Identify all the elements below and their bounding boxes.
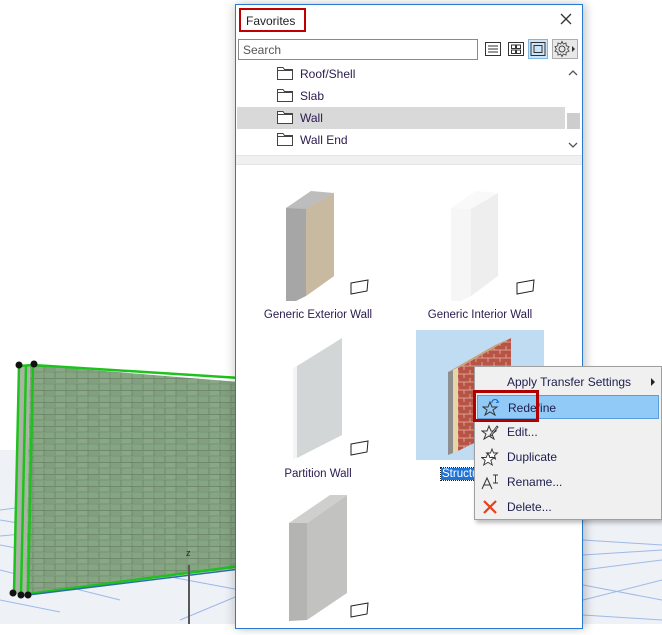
tree-item-label: Wall bbox=[300, 111, 323, 125]
z-axis-label: z bbox=[186, 548, 191, 558]
menu-item-rename[interactable]: Rename... bbox=[477, 470, 659, 494]
tree-scrollbar[interactable] bbox=[565, 63, 581, 155]
icon-grid-icon bbox=[508, 42, 524, 56]
menu-item-label: Apply Transfer Settings bbox=[507, 375, 632, 389]
edit-star-icon bbox=[481, 424, 499, 441]
pane-splitter[interactable] bbox=[236, 155, 582, 165]
search-input[interactable] bbox=[238, 39, 478, 60]
menu-item-label: Redefine bbox=[508, 401, 557, 415]
close-icon bbox=[560, 13, 572, 25]
context-menu: Apply Transfer Settings Redefine Edit...… bbox=[474, 366, 662, 520]
close-button[interactable] bbox=[558, 11, 574, 27]
folder-icon bbox=[277, 111, 293, 124]
plan-symbol-icon bbox=[350, 602, 369, 618]
menu-item-label: Rename... bbox=[507, 475, 563, 489]
preview-view-icon bbox=[530, 42, 546, 56]
submenu-arrow-icon bbox=[651, 378, 655, 386]
favorite-label: Partition Wall bbox=[284, 468, 352, 480]
folder-tree: Roof/Shell Slab Wall Wall End bbox=[237, 63, 581, 155]
redefine-star-icon bbox=[482, 399, 500, 417]
plan-symbol-icon bbox=[350, 279, 369, 295]
menu-item-apply-transfer-settings[interactable]: Apply Transfer Settings bbox=[477, 370, 659, 394]
folder-icon bbox=[277, 133, 293, 146]
tree-item-label: Roof/Shell bbox=[300, 67, 356, 81]
palette-toolbar bbox=[236, 38, 582, 62]
folder-icon bbox=[277, 89, 293, 102]
rename-icon bbox=[481, 474, 498, 490]
favorite-item[interactable]: Generic Interior Wall bbox=[416, 171, 544, 321]
menu-item-delete[interactable]: Delete... bbox=[477, 495, 659, 519]
favorite-item[interactable] bbox=[254, 490, 382, 630]
list-view-icon bbox=[485, 42, 501, 56]
delete-x-icon bbox=[483, 500, 497, 514]
favorite-item[interactable]: Generic Exterior Wall bbox=[254, 171, 382, 321]
palette-title-bar[interactable]: Favorites bbox=[236, 5, 582, 35]
menu-item-edit[interactable]: Edit... bbox=[477, 420, 659, 444]
scroll-down-icon[interactable] bbox=[568, 141, 578, 149]
tree-item-wall-end[interactable]: Wall End bbox=[237, 129, 567, 151]
tree-item-label: Wall End bbox=[300, 133, 348, 147]
scrollbar-thumb[interactable] bbox=[567, 113, 580, 129]
tree-item-roof-shell[interactable]: Roof/Shell bbox=[237, 63, 567, 85]
folder-icon bbox=[277, 67, 293, 80]
favorite-thumbnail bbox=[254, 490, 382, 621]
menu-item-label: Edit... bbox=[507, 425, 538, 439]
palette-title: Favorites bbox=[239, 8, 306, 32]
menu-item-label: Delete... bbox=[507, 500, 552, 514]
favorite-item[interactable]: Partition Wall bbox=[254, 330, 382, 480]
tree-item-slab[interactable]: Slab bbox=[237, 85, 567, 107]
plan-symbol-icon bbox=[350, 440, 369, 456]
tree-item-label: Slab bbox=[300, 89, 325, 103]
preview-view-button[interactable] bbox=[528, 39, 548, 59]
list-view-button[interactable] bbox=[483, 39, 503, 59]
wall-face[interactable] bbox=[26, 365, 240, 594]
favorite-label: Generic Interior Wall bbox=[427, 309, 533, 321]
favorite-label: Generic Exterior Wall bbox=[263, 309, 373, 321]
plan-symbol-icon bbox=[516, 279, 535, 295]
duplicate-star-icon bbox=[481, 448, 499, 466]
icon-view-button[interactable] bbox=[506, 39, 526, 59]
menu-item-label: Duplicate bbox=[507, 450, 558, 464]
scroll-up-icon[interactable] bbox=[568, 69, 578, 77]
menu-item-duplicate[interactable]: Duplicate bbox=[477, 445, 659, 469]
favorites-palette: Favorites Search Roof/Shell Slab Wall Wa… bbox=[235, 4, 583, 629]
tree-item-wall[interactable]: Wall bbox=[237, 107, 567, 129]
options-menu-button[interactable] bbox=[552, 39, 578, 59]
menu-item-redefine[interactable]: Redefine bbox=[477, 395, 659, 419]
gear-icon bbox=[554, 40, 575, 58]
